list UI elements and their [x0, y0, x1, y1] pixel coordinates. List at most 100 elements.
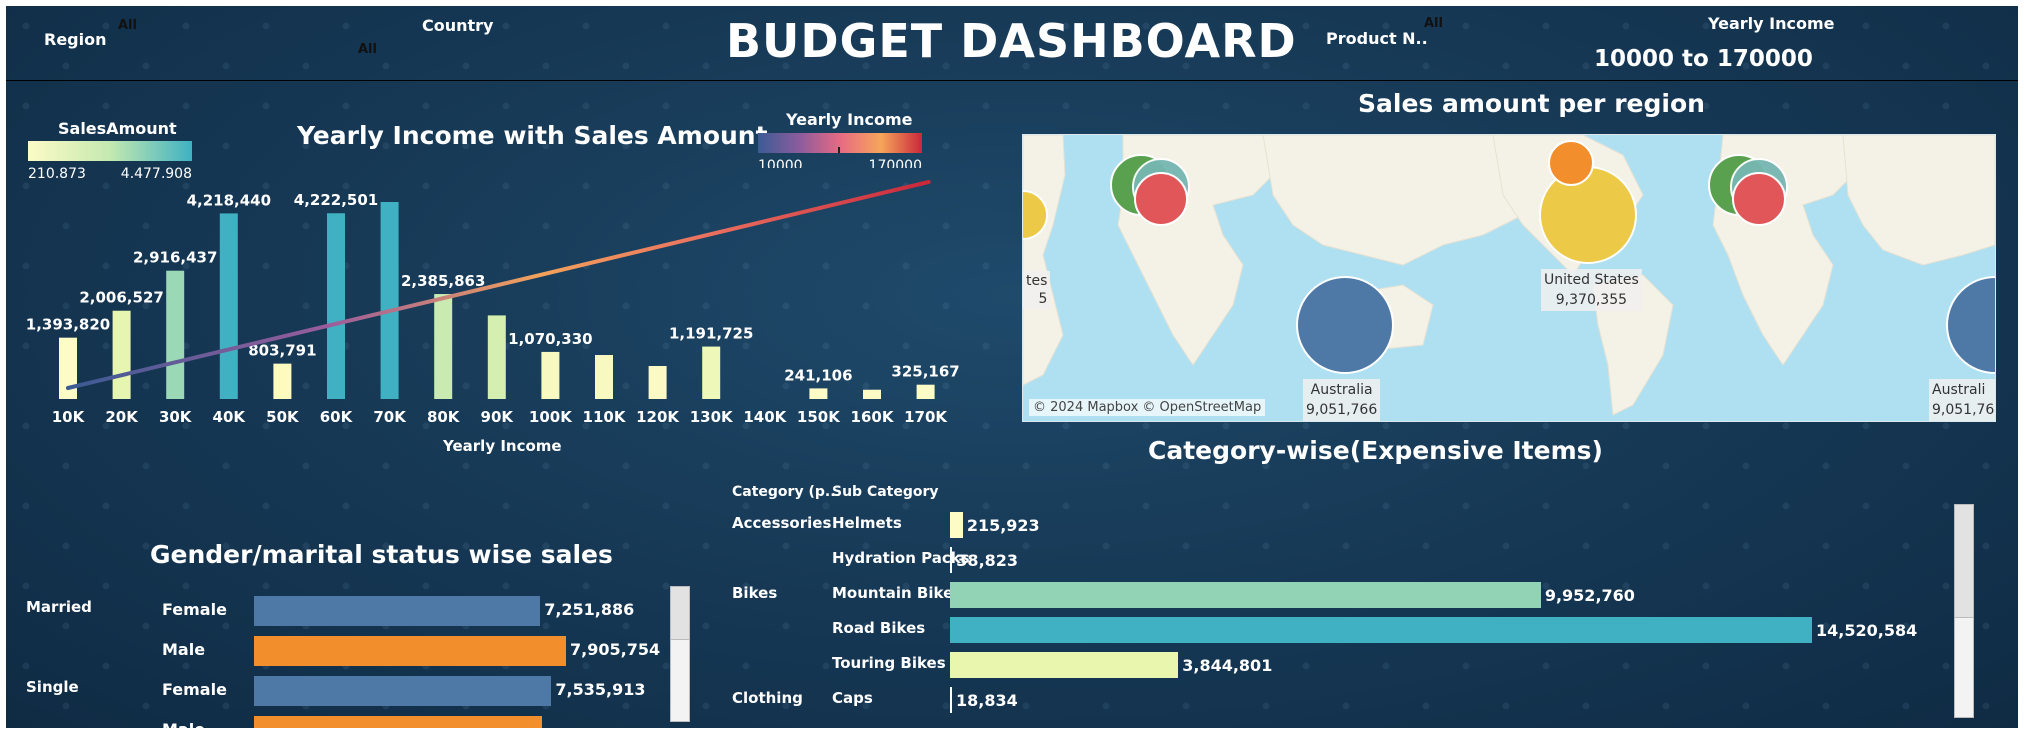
- map-label-us-left-value: 5: [1038, 291, 1048, 307]
- bar-label-10K: 1,393,820: [26, 316, 110, 334]
- bar-90K[interactable]: [487, 315, 506, 399]
- x-tick-130K: 130K: [690, 408, 734, 426]
- x-tick-100K: 100K: [529, 408, 573, 426]
- bar-60K[interactable]: [327, 213, 345, 399]
- category-chart-title: Category-wise(Expensive Items): [1148, 436, 1603, 465]
- subcategory-header[interactable]: Sub Category: [832, 484, 939, 500]
- bar-120K[interactable]: [648, 366, 667, 399]
- bubble-europe-red-left[interactable]: [1134, 172, 1188, 226]
- category-row[interactable]: Clothing Caps 18,834: [6, 685, 1946, 715]
- map-label-australia-right-value: 9,051,766: [1932, 402, 1995, 418]
- bar-80K[interactable]: [434, 294, 453, 399]
- subcategory-label: Helmets: [832, 514, 902, 532]
- category-row[interactable]: Touring Bikes 3,844,801: [6, 650, 1946, 680]
- bar-170K[interactable]: [916, 384, 935, 399]
- map-label-australia-value: 9,051,766: [1306, 402, 1378, 418]
- category-label: Clothing: [732, 689, 803, 707]
- income-bar-chart: 1,393,8202,006,5272,916,4374,218,440803,…: [26, 180, 960, 426]
- x-tick-80K: 80K: [427, 408, 461, 426]
- category-value-label: 215,923: [966, 516, 1040, 535]
- category-bar[interactable]: [950, 617, 1812, 643]
- bar-110K[interactable]: [595, 355, 613, 399]
- bar-label-30K: 2,916,437: [133, 249, 217, 267]
- yearly-income-filter-label: Yearly Income: [1708, 14, 1835, 33]
- bar-label-60K: 4,222,501: [294, 191, 378, 209]
- subcategory-label: Hydration Packs: [832, 549, 970, 567]
- world-map: [1023, 135, 1995, 416]
- map-title: Sales amount per region: [1358, 89, 1705, 118]
- bubble-canada[interactable]: [1548, 140, 1594, 186]
- sales-map[interactable]: tes 5 United States 9,370,355 Australia …: [1022, 134, 1996, 422]
- x-tick-140K: 140K: [743, 408, 787, 426]
- bar-30K[interactable]: [166, 270, 185, 399]
- income-chart-xlabel: Yearly Income: [443, 437, 562, 455]
- category-row[interactable]: Bikes Mountain Bikes 9,952,760: [6, 580, 1946, 610]
- x-tick-110K: 110K: [583, 408, 627, 426]
- map-label-australia-name: Australia: [1310, 382, 1373, 398]
- map-label-united-states-value: 9,370,355: [1555, 292, 1628, 308]
- bar-20K[interactable]: [112, 310, 131, 399]
- map-label-us-left-name: tes: [1026, 273, 1048, 289]
- bar-label-80K: 2,385,863: [401, 272, 485, 290]
- bar-50K[interactable]: [273, 363, 292, 399]
- bar-160K[interactable]: [863, 389, 881, 399]
- x-tick-170K: 170K: [904, 408, 948, 426]
- bubble-europe-red-right[interactable]: [1732, 172, 1786, 226]
- subcategory-label: Mountain Bikes: [832, 584, 963, 602]
- bubble-australia-right[interactable]: [1946, 276, 1995, 374]
- bar-130K[interactable]: [702, 346, 721, 399]
- map-label-us-left: tes 5: [1023, 271, 1051, 309]
- category-rows: Accessories Helmets 215,923 Hydration Packs…: [6, 510, 2006, 728]
- bar-40K[interactable]: [219, 213, 238, 399]
- bar-label-170K: 325,167: [891, 363, 959, 381]
- bar-70K[interactable]: [380, 202, 399, 399]
- x-tick-150K: 150K: [797, 408, 841, 426]
- x-tick-40K: 40K: [213, 408, 247, 426]
- bubble-united-states[interactable]: [1539, 166, 1637, 264]
- category-bar[interactable]: [950, 582, 1541, 608]
- bar-label-130K: 1,191,725: [669, 325, 753, 343]
- category-value-label: 18,834: [956, 691, 1018, 710]
- subcategory-label: Road Bikes: [832, 619, 926, 637]
- subcategory-label: Caps: [832, 689, 873, 707]
- map-label-australia-right-name: Australi: [1932, 382, 1986, 398]
- category-row[interactable]: Hydration Packs 38,823: [6, 545, 1946, 575]
- category-scrollbar[interactable]: [1954, 504, 1974, 718]
- category-value-label: 9,952,760: [1544, 586, 1635, 605]
- dashboard: Region All Country All BUDGET DASHBOARD …: [6, 6, 2018, 728]
- map-attribution[interactable]: © 2024 Mapbox © OpenStreetMap: [1029, 399, 1266, 416]
- bar-100K[interactable]: [541, 351, 560, 399]
- map-label-australia: Australia 9,051,766: [1303, 379, 1381, 421]
- map-label-united-states: United States 9,370,355: [1541, 269, 1642, 311]
- category-value-label: 3,844,801: [1182, 656, 1273, 675]
- x-tick-90K: 90K: [481, 408, 515, 426]
- product-filter-value[interactable]: All: [1424, 16, 1443, 31]
- category-value-label: 38,823: [956, 551, 1019, 570]
- bar-label-40K: 4,218,440: [187, 191, 271, 209]
- category-bar[interactable]: [950, 512, 963, 538]
- category-bar[interactable]: [950, 687, 952, 713]
- category-bar[interactable]: [950, 652, 1179, 678]
- bar-label-20K: 2,006,527: [79, 289, 163, 307]
- x-tick-30K: 30K: [159, 408, 193, 426]
- category-header[interactable]: Category (p..: [732, 484, 836, 500]
- bubble-australia[interactable]: [1296, 276, 1394, 374]
- category-label: Accessories: [732, 514, 832, 532]
- map-label-australia-right: Australi 9,051,766: [1929, 379, 1995, 421]
- bar-label-150K: 241,106: [784, 366, 852, 384]
- x-tick-60K: 60K: [320, 408, 354, 426]
- subcategory-label: Touring Bikes: [832, 654, 946, 672]
- category-row[interactable]: Road Bikes 14,520,584: [6, 615, 1946, 645]
- category-scrollbar-thumb[interactable]: [1955, 505, 1973, 618]
- x-tick-160K: 160K: [851, 408, 895, 426]
- x-tick-20K: 20K: [105, 408, 139, 426]
- map-label-united-states-name: United States: [1544, 272, 1639, 288]
- x-tick-50K: 50K: [266, 408, 300, 426]
- x-tick-70K: 70K: [373, 408, 407, 426]
- bar-150K[interactable]: [809, 388, 828, 399]
- category-bar[interactable]: [950, 547, 953, 573]
- yearly-income-filter-value[interactable]: 10000 to 170000: [1594, 46, 1813, 72]
- category-row[interactable]: Accessories Helmets 215,923: [6, 510, 1946, 540]
- x-tick-120K: 120K: [636, 408, 680, 426]
- category-label: Bikes: [732, 584, 778, 602]
